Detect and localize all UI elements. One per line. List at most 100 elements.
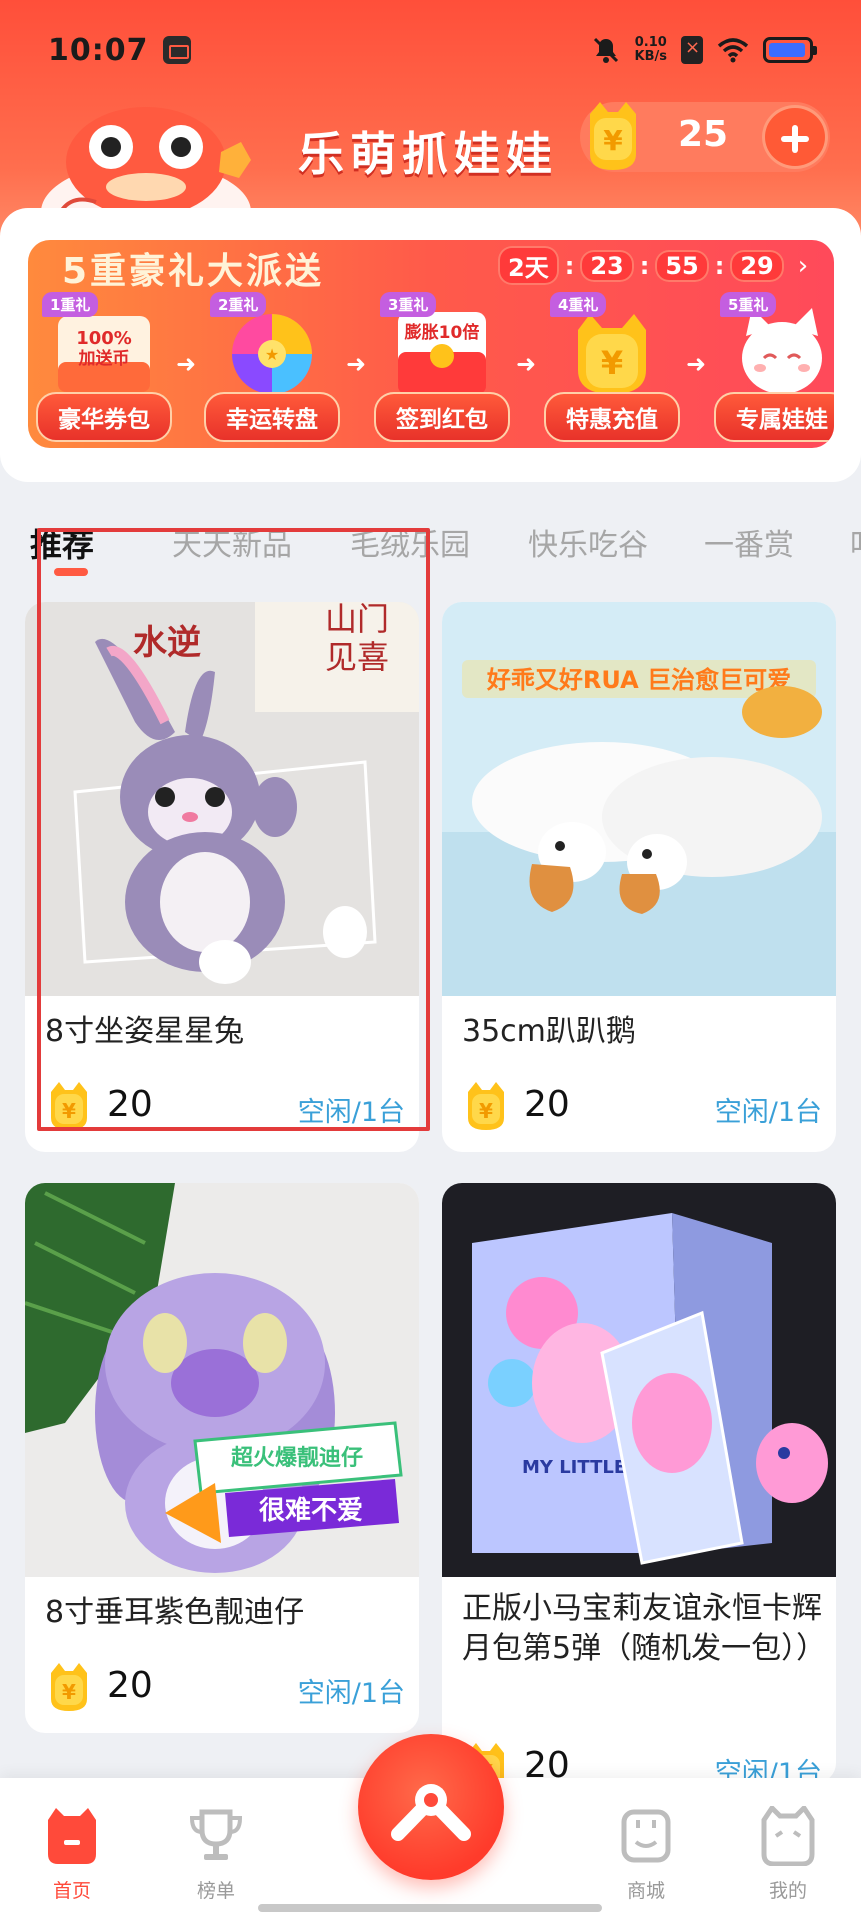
product-price-row: ¥ 20 空闲/1台 [462,1080,822,1130]
app-title: 乐萌抓娃娃 [298,127,558,181]
tab-more[interactable]: 吖 [850,520,861,564]
chevron-right-icon[interactable]: › [798,251,808,281]
countdown-seconds: 29 [730,249,784,282]
net-speed-value: 0.10 [634,35,667,50]
svg-text:¥: ¥ [479,1099,493,1123]
app-header: 10:07 0.10 KB/s × 乐萌抓娃娃 ¥ 25 [0,0,861,242]
add-coins-button[interactable] [762,105,828,169]
product-price-row: ¥ 20 空闲/1台 [462,1741,822,1783]
tier-label: 豪华券包 [36,392,172,442]
notification-app-icon [162,36,191,64]
status-indicators: 0.10 KB/s [591,35,817,65]
nav-label: 商城 [626,1880,665,1902]
product-card[interactable]: MY LITTLE PONY 正版小马宝莉友谊永恒卡辉月包第5弹（随机发一包））… [442,1183,836,1783]
nav-shop[interactable]: 商城 [596,1806,696,1903]
tier-label: 幸运转盘 [204,392,340,442]
machine-status[interactable]: 空闲/1台 [715,1090,822,1129]
home-indicator-bar[interactable] [258,1904,602,1912]
profile-cat-icon [761,1806,815,1866]
coin-count: 25 [678,114,729,155]
coupon-pack-icon: 100% 加送币 [58,316,150,392]
selection-highlight-box [37,528,430,1131]
nav-home[interactable]: 首页 [22,1806,122,1903]
arrow-right-icon: ➜ [346,350,367,378]
net-speed-unit: KB/s [634,49,667,64]
shop-icon [621,1809,671,1863]
red-envelope-icon: 膨胀10倍 [398,312,486,394]
promo-tier-1[interactable]: 100% 加送币 1重礼 豪华券包 [36,292,172,442]
yuan-coin-icon: ¥ [578,314,646,394]
wifi-icon [717,38,749,63]
lucky-wheel-icon: ★ [232,314,312,394]
image-text-1: 好乖又好RUA 巨治愈巨可爱 [486,666,791,694]
nav-label: 榜单 [196,1880,235,1902]
product-card[interactable]: 超火爆靓迪仔 很难不爱 8寸垂耳紫色靓迪仔 ¥ 20 空闲/1台 [25,1183,419,1733]
product-name: 35cm趴趴鹅 [462,1014,636,1049]
promo-tier-3[interactable]: 膨胀10倍 3重礼 签到红包 [374,292,510,442]
cat-plush-icon [742,308,822,394]
tier-badge: 2重礼 [210,292,267,317]
product-card[interactable]: 好乖又好RUA 巨治愈巨可爱 35cm趴趴鹅 ¥ 20 空闲/1台 [442,602,836,1152]
product-name: 正版小马宝莉友谊永恒卡辉月包第5弹（随机发一包）） [462,1591,827,1666]
promo-title: 5重豪礼大派送 [62,251,325,292]
tier-badge: 5重礼 [720,292,777,317]
battery-icon [763,37,817,63]
image-text-1: 超火爆靓迪仔 [231,1445,363,1471]
arrow-right-icon: ➜ [686,350,707,378]
promo-tier-4[interactable]: ¥ 4重礼 特惠充值 [544,292,680,442]
tier-3-art-text: 膨胀10倍 [405,322,480,343]
nav-ranking[interactable]: 榜单 [166,1806,266,1903]
claw-icon [391,1784,471,1841]
product-image-stitch: 超火爆靓迪仔 很难不爱 [25,1183,419,1577]
product-price: 20 [107,1665,153,1706]
status-bar: 10:07 0.10 KB/s [0,0,861,100]
nav-label: 我的 [768,1880,807,1902]
countdown-separator: : [639,251,650,280]
coin-balance-pill[interactable]: ¥ 25 [580,102,830,172]
nav-profile[interactable]: 我的 [738,1806,838,1903]
promo-countdown: 2天 : 23 : 55 : 29 › [498,246,808,285]
svg-text:¥: ¥ [603,124,623,157]
promo-tier-2[interactable]: ★ 2重礼 幸运转盘 [204,292,340,442]
image-text-2: 很难不爱 [259,1496,363,1526]
home-cat-icon [48,1808,96,1864]
claw-machine-button[interactable] [358,1734,504,1880]
tab-ichiban-kuji[interactable]: 一番赏 [704,520,794,564]
tier-1-art-text-2: 加送币 [78,348,130,369]
countdown-minutes: 55 [655,249,709,282]
tier-badge: 4重礼 [550,292,607,317]
tier-badge: 3重礼 [380,292,437,317]
yuan-coin-icon: ¥ [590,102,636,170]
product-price-row: ¥ 20 空闲/1台 [45,1661,405,1711]
tier-label: 特惠充值 [544,392,680,442]
product-name: 8寸垂耳紫色靓迪仔 [45,1595,305,1630]
network-speed: 0.10 KB/s [635,36,667,64]
yuan-coin-icon: ¥ [468,1082,504,1130]
promo-tier-5[interactable]: 5重礼 专属娃娃 [714,292,834,442]
svg-text:★: ★ [265,345,279,364]
tab-happy-goods[interactable]: 快乐吃谷 [528,520,648,564]
tier-label: 签到红包 [374,392,510,442]
trophy-icon [189,1809,243,1860]
countdown-separator: : [564,251,575,280]
svg-text:¥: ¥ [62,1680,76,1704]
arrow-right-icon: ➜ [516,350,537,378]
no-sim-icon [681,36,703,64]
countdown-hours: 23 [580,249,634,282]
product-image-pony-cards: MY LITTLE PONY [442,1183,836,1577]
countdown-days: 2天 [498,246,559,285]
nav-label: 首页 [52,1880,91,1902]
yuan-coin-icon: ¥ [51,1663,87,1711]
tier-label: 专属娃娃 [714,392,834,442]
tier-badge: 1重礼 [42,292,99,317]
tier-1-art-text-1: 100% [76,328,132,349]
mute-bell-icon [593,37,618,63]
status-time: 10:07 [48,32,149,68]
product-price: 20 [524,1084,570,1125]
product-image-goose: 好乖又好RUA 巨治愈巨可爱 [442,602,836,996]
arrow-right-icon: ➜ [176,350,197,378]
svg-text:¥: ¥ [601,344,623,382]
machine-status[interactable]: 空闲/1台 [298,1671,405,1710]
promo-banner[interactable]: 5重豪礼大派送 2天 : 23 : 55 : 29 › 100% 加送币 1重礼… [28,240,834,448]
countdown-separator: : [714,251,725,280]
